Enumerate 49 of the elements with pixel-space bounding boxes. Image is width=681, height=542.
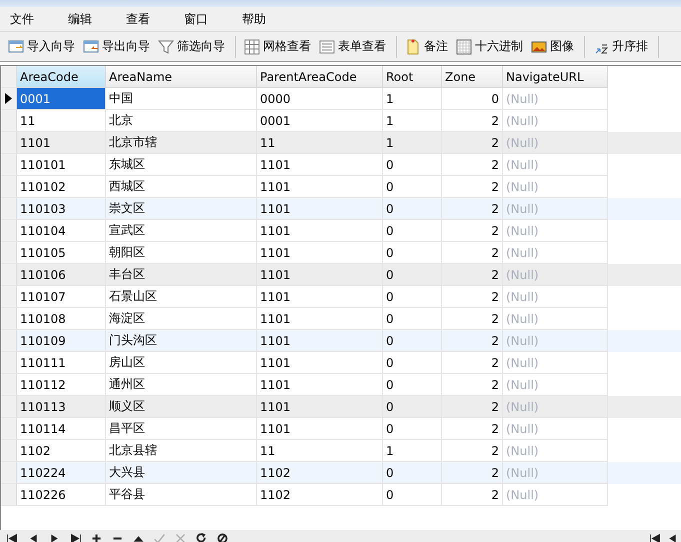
column-header[interactable]: NavigateURL — [503, 66, 608, 88]
table-row[interactable]: 110106 丰台区 1101 0 2 (Null) — [1, 264, 681, 286]
menu-item[interactable]: 文件 — [4, 10, 40, 28]
menu-item[interactable]: 编辑 — [62, 10, 98, 28]
grid-icon — [456, 38, 472, 54]
column-header[interactable]: AreaCode — [17, 66, 106, 88]
grid-icon — [244, 38, 260, 54]
last-icon[interactable] — [69, 532, 82, 542]
toolbar-button[interactable]: 筛选向导 — [155, 38, 228, 55]
table-cell: 110226 — [17, 484, 106, 506]
table-cell: 2 — [442, 484, 503, 506]
column-header[interactable]: Root — [383, 66, 442, 88]
toolbar-button[interactable]: 图像 — [528, 38, 577, 55]
table-cell: 平谷县 — [106, 484, 257, 506]
menu-item[interactable]: 帮助 — [236, 10, 272, 28]
toolbar-button[interactable]: 导入向导 — [5, 38, 78, 55]
table-cell: 1102 — [257, 484, 383, 506]
clear-icon[interactable] — [216, 532, 229, 542]
toolbar-button[interactable]: 表单查看 — [316, 38, 389, 55]
first-icon[interactable] — [6, 532, 19, 542]
column-header[interactable]: ParentAreaCode — [257, 66, 383, 88]
toolbar-button[interactable]: 备注 — [402, 38, 451, 55]
first-icon[interactable] — [649, 532, 662, 542]
toolbar-button[interactable]: 导出向导 — [80, 38, 153, 55]
toolbar-button[interactable]: 十六进制 — [453, 38, 526, 55]
form-icon — [319, 38, 335, 54]
toolbar-button[interactable]: 网格查看 — [241, 38, 314, 55]
toolbar-button[interactable]: 升序排 — [590, 38, 651, 55]
filter-icon — [158, 38, 174, 54]
image-icon — [531, 38, 547, 54]
table-icon — [8, 38, 24, 54]
note-icon — [405, 38, 421, 54]
column-header[interactable]: AreaName — [106, 66, 257, 88]
corner-header — [1, 66, 17, 88]
table-row[interactable]: 1101 北京市辖 11 1 2 (Null) — [1, 132, 681, 154]
menu-item[interactable]: 窗口 — [178, 10, 214, 28]
table-cell: 0001 — [17, 88, 106, 110]
column-header[interactable]: Zone — [442, 66, 503, 88]
table-icon — [83, 38, 99, 54]
row-header[interactable] — [1, 88, 17, 110]
table-cell: (Null) — [503, 484, 608, 506]
menu-item[interactable]: 查看 — [120, 10, 156, 28]
table-row[interactable]: 110224 大兴县 1102 0 2 (Null) — [1, 462, 681, 484]
table-row[interactable]: 110109 门头沟区 1101 0 2 (Null) — [1, 330, 681, 352]
refresh-icon[interactable] — [195, 532, 208, 542]
table-row[interactable]: 110103 崇文区 1101 0 2 (Null) — [1, 198, 681, 220]
table-row[interactable]: 110113 顺义区 1101 0 2 (Null) — [1, 396, 681, 418]
plus-icon[interactable] — [90, 532, 103, 542]
table-cell: 0 — [383, 484, 442, 506]
